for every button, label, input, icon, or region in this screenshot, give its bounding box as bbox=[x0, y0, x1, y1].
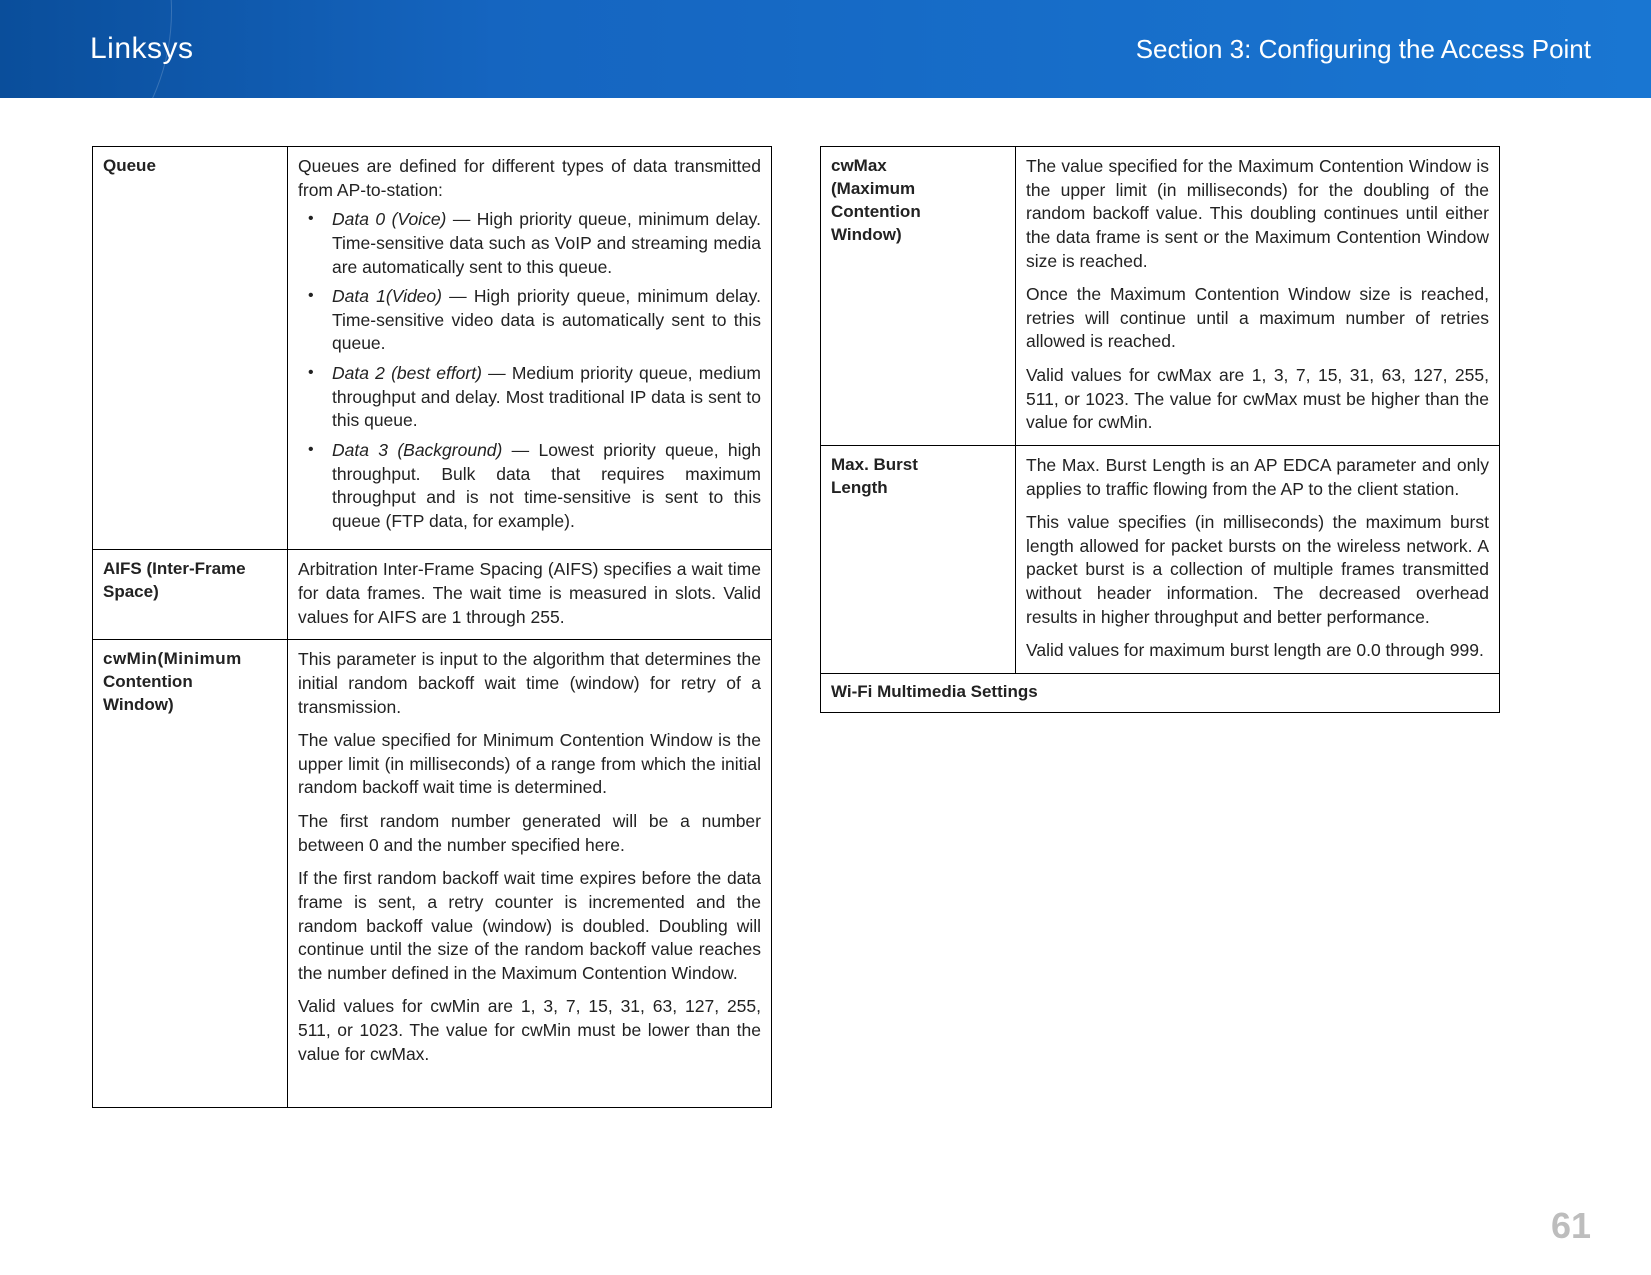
page-body: Queue Queues are defined for different t… bbox=[0, 98, 1651, 1108]
cwmin-p2: The value specified for Minimum Contenti… bbox=[298, 729, 761, 800]
row-burst: Max. Burst Length The Max. Burst Length … bbox=[821, 445, 1500, 673]
desc-aifs: Arbitration Inter-Frame Spacing (AIFS) s… bbox=[288, 550, 772, 640]
page-number: 61 bbox=[1551, 1205, 1591, 1247]
queue-item-0: Data 0 (Voice) — High priority queue, mi… bbox=[302, 208, 761, 279]
right-table: cwMax (Maximum Contention Window) The va… bbox=[820, 146, 1500, 713]
label-cwmax-l1: cwMax bbox=[831, 156, 887, 175]
label-cwmax-l4: Window) bbox=[831, 225, 902, 244]
queue-item-3-dash: — bbox=[502, 440, 538, 460]
cwmin-p4: If the first random backoff wait time ex… bbox=[298, 867, 761, 985]
cwmax-p1: The value specified for the Maximum Cont… bbox=[1026, 155, 1489, 273]
cwmax-p3: Valid values for cwMax are 1, 3, 7, 15, … bbox=[1026, 364, 1489, 435]
row-caption: Wi-Fi Multimedia Settings bbox=[821, 673, 1500, 712]
burst-p3: Valid values for maximum burst length ar… bbox=[1026, 639, 1489, 663]
queue-item-1-dash: — bbox=[442, 286, 474, 306]
row-queue: Queue Queues are defined for different t… bbox=[93, 147, 772, 550]
queue-item-2-dash: — bbox=[482, 363, 512, 383]
label-cwmax: cwMax (Maximum Contention Window) bbox=[821, 147, 1016, 446]
queue-intro: Queues are defined for different types o… bbox=[298, 155, 761, 202]
label-burst: Max. Burst Length bbox=[821, 445, 1016, 673]
section-title: Section 3: Configuring the Access Point bbox=[1136, 34, 1591, 65]
cwmin-p5: Valid values for cwMin are 1, 3, 7, 15, … bbox=[298, 995, 761, 1066]
cwmin-p1: This parameter is input to the algorithm… bbox=[298, 648, 761, 719]
burst-p2: This value specifies (in milliseconds) t… bbox=[1026, 511, 1489, 629]
row-aifs: AIFS (Inter-Frame Space) Arbitration Int… bbox=[93, 550, 772, 640]
label-cwmax-l3: Contention bbox=[831, 202, 921, 221]
cwmax-p2: Once the Maximum Contention Window size … bbox=[1026, 283, 1489, 354]
queue-list: Data 0 (Voice) — High priority queue, mi… bbox=[298, 208, 761, 533]
label-cwmin-l2: Contention bbox=[103, 672, 193, 691]
cwmin-p3: The first random number generated will b… bbox=[298, 810, 761, 857]
desc-cwmin: This parameter is input to the algorithm… bbox=[288, 640, 772, 1108]
label-queue: Queue bbox=[93, 147, 288, 550]
right-column: cwMax (Maximum Contention Window) The va… bbox=[820, 146, 1500, 1108]
label-cwmax-l2: (Maximum bbox=[831, 179, 915, 198]
row-cwmax: cwMax (Maximum Contention Window) The va… bbox=[821, 147, 1500, 446]
queue-item-3: Data 3 (Background) — Lowest priority qu… bbox=[302, 439, 761, 534]
queue-item-3-name: Data 3 (Background) bbox=[332, 440, 502, 460]
queue-item-2-name: Data 2 (best effort) bbox=[332, 363, 482, 383]
row-cwmin: cwMin(Minimum Contention Window) This pa… bbox=[93, 640, 772, 1108]
left-table: Queue Queues are defined for different t… bbox=[92, 146, 772, 1108]
queue-item-1-name: Data 1(Video) bbox=[332, 286, 442, 306]
queue-item-0-dash: — bbox=[446, 209, 476, 229]
label-burst-l2: Length bbox=[831, 478, 888, 497]
queue-item-0-name: Data 0 (Voice) bbox=[332, 209, 446, 229]
label-burst-l1: Max. Burst bbox=[831, 455, 918, 474]
queue-item-1: Data 1(Video) — High priority queue, min… bbox=[302, 285, 761, 356]
label-cwmin-l3: Window) bbox=[103, 695, 174, 714]
label-cwmin-l1: cwMin(Minimum bbox=[103, 649, 242, 668]
label-cwmin: cwMin(Minimum Contention Window) bbox=[93, 640, 288, 1108]
queue-item-2: Data 2 (best effort) — Medium priority q… bbox=[302, 362, 761, 433]
label-aifs: AIFS (Inter-Frame Space) bbox=[93, 550, 288, 640]
desc-burst: The Max. Burst Length is an AP EDCA para… bbox=[1016, 445, 1500, 673]
page-header: Linksys Section 3: Configuring the Acces… bbox=[0, 0, 1651, 98]
brand-text: Linksys bbox=[90, 32, 194, 66]
left-column: Queue Queues are defined for different t… bbox=[92, 146, 772, 1108]
burst-p1: The Max. Burst Length is an AP EDCA para… bbox=[1026, 454, 1489, 501]
desc-queue: Queues are defined for different types o… bbox=[288, 147, 772, 550]
desc-cwmax: The value specified for the Maximum Cont… bbox=[1016, 147, 1500, 446]
table-caption: Wi-Fi Multimedia Settings bbox=[821, 673, 1500, 712]
